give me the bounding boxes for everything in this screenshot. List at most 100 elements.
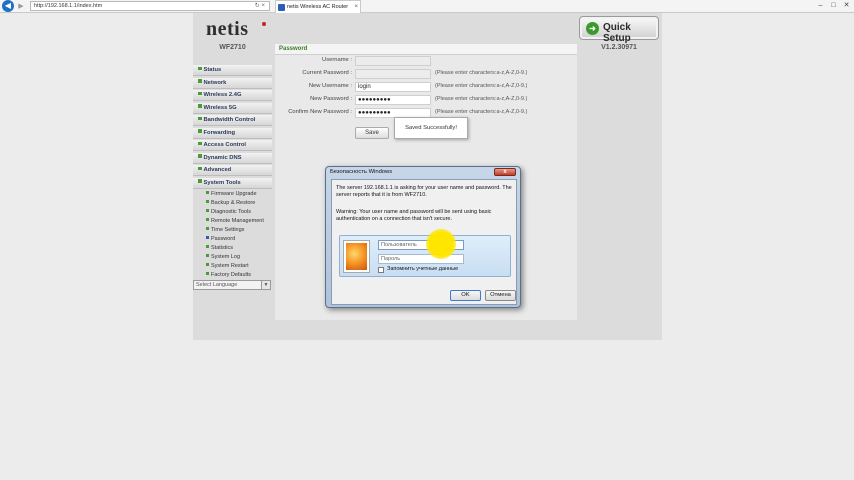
bullet-icon [206, 191, 209, 195]
sidebar-menu: Status Network Wireless 2.4G Wireless 5G… [193, 65, 272, 280]
dialog-body: The server 192.168.1.1 is asking for you… [331, 179, 517, 305]
sidebar-sub-diagnostic-tools[interactable]: Diagnostic Tools [193, 208, 272, 217]
sidebar-item-network[interactable]: Network [193, 77, 272, 89]
forward-icon[interactable]: ▶ [16, 2, 26, 11]
password-field[interactable]: Пароль [378, 254, 464, 264]
bullet-icon [206, 209, 209, 213]
confirm-password-hint: (Please enter characters:a-z,A-Z,0-9.) [435, 109, 528, 115]
sidebar-item-advanced[interactable]: Advanced [193, 165, 272, 176]
bullet-icon [206, 272, 209, 276]
bullet-icon [198, 129, 202, 133]
remember-checkbox[interactable] [378, 267, 384, 273]
current-password-hint: (Please enter characters:a-z,A-Z,0-9.) [435, 70, 528, 76]
sidebar-sub-firmware-upgrade[interactable]: Firmware Upgrade [193, 190, 272, 199]
cursor-highlight [426, 229, 456, 259]
language-select-value: Select Language [196, 282, 238, 288]
bullet-icon [198, 166, 202, 171]
new-password-input[interactable]: ●●●●●●●●● [355, 95, 431, 105]
sidebar-item-bandwidth-control[interactable]: Bandwidth Control [193, 115, 272, 126]
username-label: Username : [322, 57, 352, 63]
bullet-icon [206, 263, 209, 267]
sidebar-sub-factory-defaults[interactable]: Factory Defaults [193, 271, 272, 280]
bullet-icon [206, 245, 209, 249]
chevron-down-icon[interactable]: ▼ [261, 281, 270, 289]
quick-setup-icon: ➜ [586, 22, 599, 35]
current-password-row: Current Password : (Please enter charact… [275, 68, 577, 81]
bullet-icon [206, 254, 209, 258]
sidebar-item-access-control[interactable]: Access Control [193, 140, 272, 151]
new-username-hint: (Please enter characters:a-z,A-Z,0-9.) [435, 83, 528, 89]
sidebar-sub-backup-restore[interactable]: Backup & Restore [193, 199, 272, 208]
bullet-icon [198, 154, 202, 158]
current-password-input[interactable] [355, 69, 431, 79]
window-controls: – □ ✕ [814, 0, 854, 13]
netis-logo: netis [206, 18, 249, 40]
sidebar-item-wireless-24g[interactable]: Wireless 2.4G [193, 90, 272, 101]
bullet-icon [198, 79, 202, 83]
ok-button[interactable]: OK [450, 290, 481, 301]
bullet-icon [198, 104, 202, 108]
new-username-input[interactable]: login [355, 82, 431, 92]
sidebar-sub-system-log[interactable]: System Log [193, 253, 272, 262]
user-tile-icon [346, 243, 367, 270]
sidebar-item-dynamic-dns[interactable]: Dynamic DNS [193, 152, 272, 164]
bullet-icon [206, 236, 209, 240]
back-icon[interactable]: ◀ [2, 0, 14, 12]
remember-label: Запомнить учетные данные [387, 266, 459, 272]
dialog-title: Безопасность Windows [330, 169, 393, 175]
new-password-hint: (Please enter characters:a-z,A-Z,0-9.) [435, 96, 528, 102]
tab-title: netis Wireless AC Router [287, 4, 349, 10]
bullet-icon [206, 218, 209, 222]
maximize-icon[interactable]: □ [827, 0, 840, 12]
sidebar-item-system-tools[interactable]: System Tools [193, 177, 272, 189]
credential-box: Пользователь Пароль Запомнить учетные да… [339, 235, 511, 277]
username-row: Username : [275, 55, 577, 68]
favicon-icon [278, 4, 285, 11]
sidebar-sub-remote-management[interactable]: Remote Management [193, 217, 272, 226]
new-password-row: New Password : ●●●●●●●●● (Please enter c… [275, 94, 577, 107]
saved-toast: Saved Successfully! [394, 117, 468, 139]
dialog-message: The server 192.168.1.1 is asking for you… [336, 185, 512, 198]
sidebar-sub-system-restart[interactable]: System Restart [193, 262, 272, 271]
bullet-icon [206, 227, 209, 231]
windows-security-dialog: Безопасность Windows x The server 192.16… [325, 166, 521, 308]
bullet-icon [198, 141, 202, 146]
logo-dot [262, 22, 266, 26]
sidebar-item-status[interactable]: Status [193, 65, 272, 76]
refresh-icon[interactable]: ↻ × [255, 2, 265, 10]
quick-setup-label: Quick Setup [603, 22, 631, 44]
firmware-version: V1.2.30971 [601, 44, 637, 51]
sidebar-sub-statistics[interactable]: Statistics [193, 244, 272, 253]
bullet-icon [198, 66, 202, 71]
language-select[interactable]: Select Language ▼ [193, 280, 271, 290]
new-username-row: New Username : login (Please enter chara… [275, 81, 577, 94]
minimize-icon[interactable]: – [814, 0, 827, 12]
quick-setup-button[interactable]: ➜ Quick Setup [579, 16, 659, 44]
model-name: WF2710 [219, 44, 246, 51]
username-input[interactable] [355, 56, 431, 66]
address-url: http://192.168.1.1/index.htm [34, 3, 103, 9]
bullet-icon [198, 116, 202, 121]
dialog-warning: Warning: Your user name and password wil… [336, 209, 492, 222]
tab-close-icon[interactable]: × [354, 1, 358, 13]
bullet-icon [206, 200, 209, 204]
browser-toolbar: ◀ ▶ http://192.168.1.1/index.htm ↻ × net… [0, 0, 854, 13]
current-password-label: Current Password : [302, 70, 352, 76]
address-bar[interactable]: http://192.168.1.1/index.htm ↻ × [30, 1, 270, 11]
sidebar-item-wireless-5g[interactable]: Wireless 5G [193, 102, 272, 114]
user-avatar [343, 240, 370, 273]
new-username-label: New Username : [308, 83, 352, 89]
bullet-icon [198, 91, 202, 96]
sidebar-sub-password[interactable]: Password [193, 235, 272, 244]
cancel-button[interactable]: Отмена [485, 290, 516, 301]
new-password-label: New Password : [310, 96, 352, 102]
sidebar-item-forwarding[interactable]: Forwarding [193, 127, 272, 139]
panel-title: Password [275, 44, 577, 55]
close-icon[interactable]: ✕ [840, 0, 853, 12]
bullet-icon [198, 179, 202, 183]
browser-tab[interactable]: netis Wireless AC Router × [275, 0, 361, 13]
dialog-close-icon[interactable]: x [494, 168, 516, 176]
confirm-password-label: Confirm New Password : [288, 109, 352, 115]
save-button[interactable]: Save [355, 127, 389, 139]
sidebar-sub-time-settings[interactable]: Time Settings [193, 226, 272, 235]
